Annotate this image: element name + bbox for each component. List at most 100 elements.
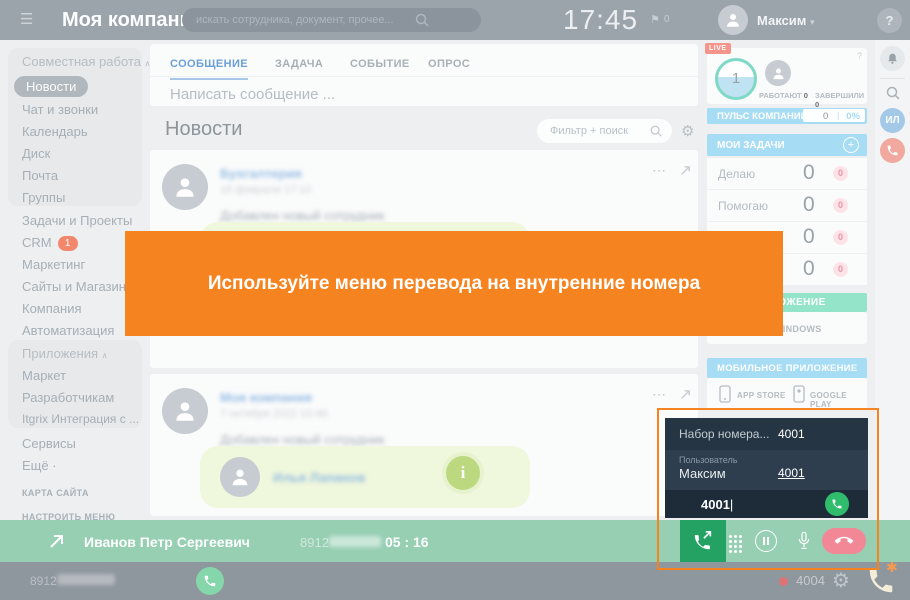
sidebar-item-automation[interactable]: Автоматизация bbox=[22, 323, 114, 338]
tab-poll[interactable]: ОПРОС bbox=[428, 58, 470, 70]
global-search-input[interactable] bbox=[182, 8, 481, 32]
search-icon[interactable] bbox=[650, 125, 662, 137]
sidebar-label: CRM bbox=[22, 235, 52, 250]
sidebar-item-services[interactable]: Сервисы bbox=[22, 436, 76, 451]
sidebar-item-tasks[interactable]: Задачи и Проекты bbox=[22, 213, 132, 228]
google-play-label[interactable]: GOOGLE PLAY bbox=[810, 391, 867, 409]
google-play-icon[interactable] bbox=[793, 385, 805, 403]
company-pulse-bar[interactable]: ПУЛЬС КОМПАНИИ 0 | 0% bbox=[707, 108, 867, 124]
notification-star-icon: ✱ bbox=[886, 560, 898, 576]
mobile-app-bar: МОБИЛЬНОЕ ПРИЛОЖЕНИЕ bbox=[707, 358, 867, 378]
add-task-icon[interactable]: + bbox=[843, 137, 859, 153]
employee-name[interactable]: Илья Лапанов bbox=[273, 470, 365, 485]
tab-event[interactable]: СОБЫТИЕ bbox=[350, 58, 410, 70]
sidebar-item-news[interactable]: Новости bbox=[14, 76, 88, 97]
sidebar-item-groups[interactable]: Группы bbox=[22, 190, 65, 205]
feed-settings-gear-icon[interactable]: ⚙ bbox=[681, 122, 694, 140]
flag-icon[interactable]: ⚑ bbox=[650, 13, 660, 26]
pulse-title: ПУЛЬС КОМПАНИИ bbox=[717, 111, 807, 122]
person-icon bbox=[771, 66, 786, 81]
phone-icon bbox=[886, 144, 899, 157]
start-call-button[interactable] bbox=[825, 492, 849, 516]
sidebar-label: Совместная работа bbox=[22, 54, 141, 69]
app-store-label[interactable]: APP STORE bbox=[737, 391, 786, 400]
notifications-bell-button[interactable] bbox=[880, 46, 905, 71]
help-button[interactable]: ? bbox=[877, 8, 902, 33]
post-more-icon[interactable]: ⋯ bbox=[652, 162, 667, 179]
sidebar-item-more[interactable]: Ещё · bbox=[22, 458, 57, 473]
app-store-icon[interactable] bbox=[719, 385, 731, 403]
task-row-label: Делаю bbox=[718, 167, 755, 181]
search-icon[interactable] bbox=[415, 13, 429, 27]
sidebar-item-collaboration[interactable]: Совместная работа ∧ bbox=[22, 54, 150, 69]
phone-prefix: 8912 bbox=[30, 574, 57, 588]
user-avatar[interactable] bbox=[718, 5, 748, 35]
person-icon bbox=[172, 174, 198, 200]
sidebar-item-itgrix[interactable]: Itgrix Интеграция с ... bbox=[22, 412, 139, 426]
telephony-button[interactable] bbox=[880, 138, 905, 163]
chevron-down-icon: ▾ bbox=[810, 18, 815, 28]
user-initials-avatar[interactable]: ИЛ bbox=[880, 108, 905, 133]
composer-card: СООБЩЕНИЕ ЗАДАЧА СОБЫТИЕ ОПРОС Написать … bbox=[150, 44, 698, 106]
post-date: 7 октября 2022 10:46 bbox=[220, 408, 328, 420]
info-icon[interactable]: i bbox=[442, 452, 484, 494]
search-icon[interactable] bbox=[886, 86, 900, 100]
answer-call-button[interactable] bbox=[196, 567, 224, 595]
working-count: 0 bbox=[804, 91, 808, 100]
hamburger-menu-icon[interactable]: ☰ bbox=[20, 10, 33, 28]
call-duration: 05 : 16 bbox=[385, 534, 429, 550]
composer-placeholder[interactable]: Написать сообщение ... bbox=[170, 86, 335, 103]
filter-placeholder: Фильтр + поиск bbox=[550, 125, 628, 137]
task-row-badge: 0 bbox=[833, 230, 848, 245]
sidebar-item-calendar[interactable]: Календарь bbox=[22, 124, 88, 139]
sidebar-item-mail[interactable]: Почта bbox=[22, 168, 58, 183]
sidebar-sitemap-link[interactable]: КАРТА САЙТА bbox=[22, 488, 89, 498]
contact-result-row[interactable]: Пользователь Максим 4001 bbox=[665, 450, 868, 490]
post-author[interactable]: Бухгалтерия bbox=[220, 166, 302, 181]
dialed-number: 4001 bbox=[778, 427, 805, 441]
my-tasks-title: МОИ ЗАДАЧИ bbox=[717, 140, 785, 151]
user-menu[interactable]: Максим ▾ bbox=[757, 13, 815, 28]
help-icon[interactable]: ? bbox=[857, 51, 862, 61]
sidebar-item-applications[interactable]: Приложения ∧ bbox=[22, 346, 108, 361]
task-row-badge: 0 bbox=[833, 198, 848, 213]
post-author[interactable]: Моя компания bbox=[220, 390, 312, 405]
dial-popup-header: Набор номера... 4001 bbox=[665, 418, 868, 450]
finished-label: ЗАВЕРШИЛИ 0 bbox=[815, 91, 867, 109]
working-text: РАБОТАЮТ bbox=[759, 91, 802, 100]
caller-phone-number: 8912 bbox=[300, 535, 381, 550]
new-employee-card: Илья Лапанов i bbox=[200, 446, 530, 508]
sidebar-item-sites[interactable]: Сайты и Магазины bbox=[22, 279, 135, 294]
post-expand-icon[interactable] bbox=[680, 165, 691, 176]
my-tasks-bar[interactable]: МОИ ЗАДАЧИ + bbox=[707, 134, 867, 156]
post-text: Добавлен новый сотрудник bbox=[220, 432, 385, 447]
post-more-icon[interactable]: ⋯ bbox=[652, 386, 667, 403]
employee-avatar bbox=[765, 60, 791, 86]
sidebar-item-company[interactable]: Компания bbox=[22, 301, 82, 316]
clock-time[interactable]: 17:45 bbox=[563, 4, 638, 36]
employee-avatar bbox=[220, 457, 260, 497]
post-avatar[interactable] bbox=[162, 164, 208, 210]
sidebar-item-crm[interactable]: CRM 1 bbox=[22, 235, 78, 252]
top-header: ☰ Моя компания 24 17:45 ⚑ 0 Максим ▾ ? bbox=[0, 0, 910, 40]
task-row-helping[interactable]: Помогаю 0 0 bbox=[707, 190, 867, 222]
post-expand-icon[interactable] bbox=[680, 389, 691, 400]
pulse-values-box: 0 | 0% bbox=[803, 109, 865, 122]
finished-text: ЗАВЕРШИЛИ bbox=[815, 91, 864, 100]
settings-gear-icon[interactable]: ⚙ bbox=[832, 568, 850, 592]
sidebar-item-marketing[interactable]: Маркетинг bbox=[22, 257, 85, 272]
dial-input[interactable]: 4001| bbox=[701, 497, 733, 512]
feed-filter-box[interactable]: Фильтр + поиск bbox=[537, 119, 672, 143]
sidebar-item-market[interactable]: Маркет bbox=[22, 368, 66, 383]
sidebar-item-developers[interactable]: Разработчикам bbox=[22, 390, 114, 405]
sidebar-item-disk[interactable]: Диск bbox=[22, 146, 50, 161]
contact-extension-link[interactable]: 4001 bbox=[778, 466, 805, 480]
sidebar-item-chat[interactable]: Чат и звонки bbox=[22, 102, 98, 117]
flag-count: 0 bbox=[664, 14, 670, 25]
tab-task[interactable]: ЗАДАЧА bbox=[275, 58, 323, 70]
post-avatar[interactable] bbox=[162, 388, 208, 434]
crm-counter-badge: 1 bbox=[58, 236, 78, 251]
right-toolbar: ИЛ bbox=[875, 40, 910, 562]
task-row-doing[interactable]: Делаю 0 0 bbox=[707, 158, 867, 190]
working-now-counter[interactable]: 1 bbox=[715, 58, 757, 100]
